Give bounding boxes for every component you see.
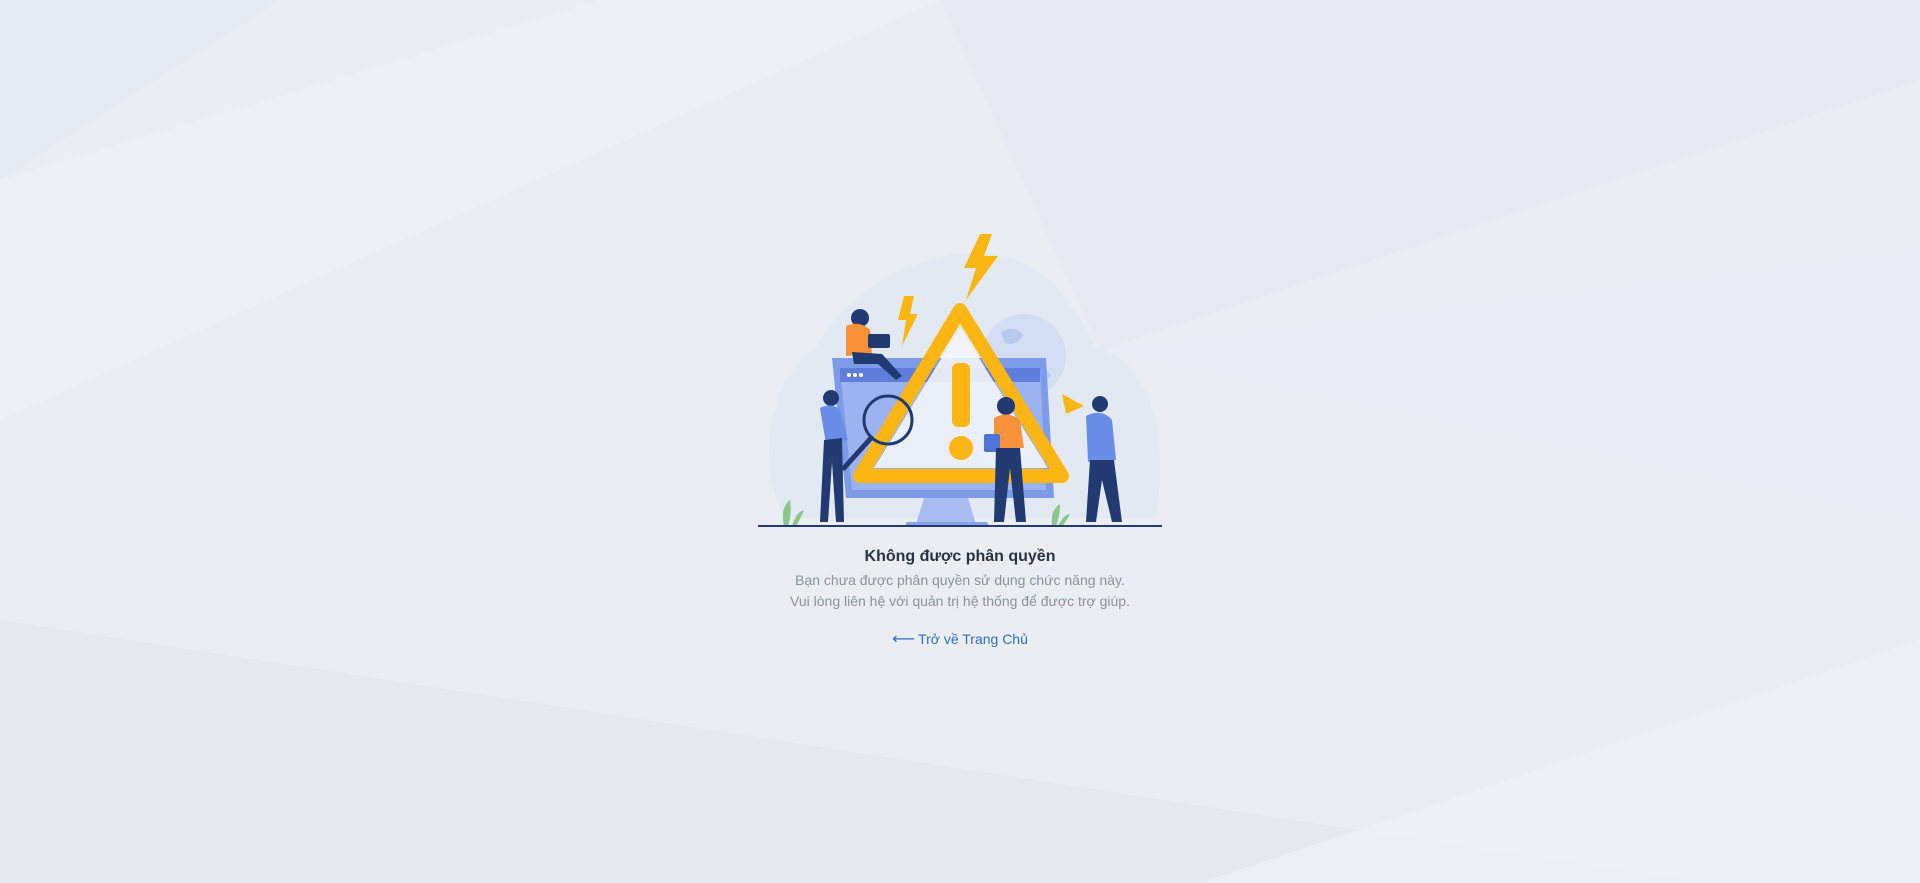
back-home-container: ⟵ Trở về Trang Chủ bbox=[0, 629, 1920, 649]
back-home-label: Trở về Trang Chủ bbox=[918, 631, 1028, 647]
back-home-link[interactable]: ⟵ Trở về Trang Chủ bbox=[892, 631, 1028, 648]
error-title: Không được phân quyền bbox=[864, 548, 1056, 565]
error-description-line1: Bạn chưa được phân quyền sử dụng chức nă… bbox=[795, 572, 1125, 588]
error-page: Không được phân quyền Bạn chưa được phân… bbox=[0, 0, 1920, 883]
error-description-line2: Vui lòng liên hệ với quản trị hệ thống đ… bbox=[790, 593, 1130, 609]
arrow-left-icon: ⟵ bbox=[892, 631, 916, 648]
access-denied-illustration bbox=[758, 234, 1162, 527]
